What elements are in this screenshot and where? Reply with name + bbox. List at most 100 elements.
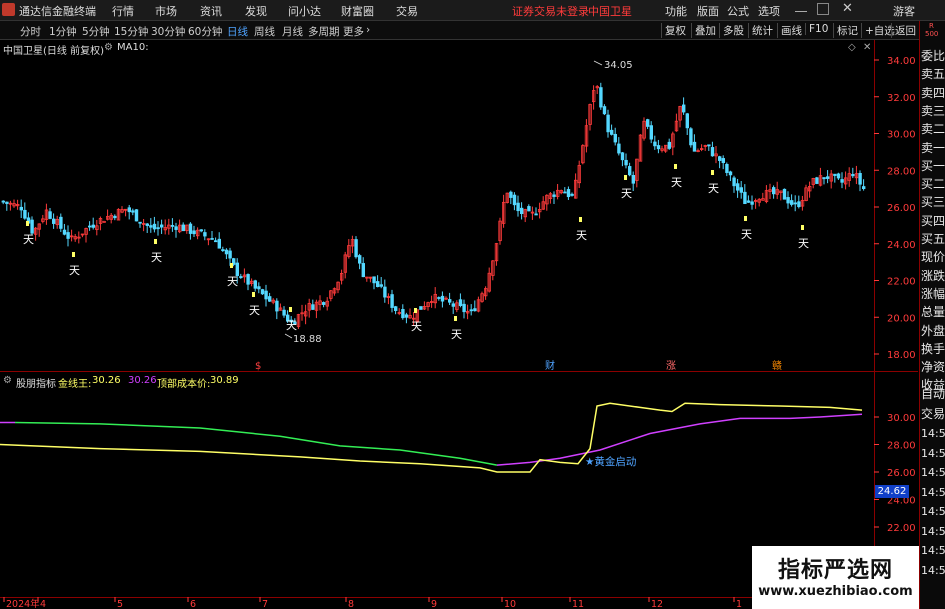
high-pointer [593, 60, 603, 66]
period-tick[interactable]: 分时 [20, 24, 41, 39]
candle-down [257, 286, 261, 290]
event-marker: $ [255, 361, 261, 372]
candle-down [739, 187, 743, 193]
candle-down [203, 232, 207, 237]
indicator-tick-label: 30.00 [887, 413, 916, 424]
btn-overlay[interactable]: 叠加 [691, 23, 719, 38]
minimize-icon[interactable] [795, 3, 807, 12]
btn-mark[interactable]: 标记 [833, 23, 861, 38]
quote-item: 现价 [921, 250, 945, 265]
menu-function[interactable]: 功能 [665, 3, 687, 19]
candle-down [210, 238, 214, 240]
menu-xiaoda[interactable]: 问小达 [288, 3, 321, 19]
login-warning[interactable]: 证券交易未登录 [512, 3, 589, 19]
menu-formula[interactable]: 公式 [727, 3, 749, 19]
btn-stats[interactable]: 统计 [748, 23, 776, 38]
event-marker: 涨 [666, 360, 676, 372]
btn-restore-rights[interactable]: 复权 [661, 23, 689, 38]
period-multi[interactable]: 多周期 [308, 24, 340, 39]
menu-trade[interactable]: 交易 [396, 3, 418, 19]
period-weekly[interactable]: 周线 [254, 24, 275, 39]
tian-signal: 天 [798, 237, 809, 250]
candlestick-series [1, 82, 866, 329]
quote-item: 卖五 [921, 67, 945, 82]
auto-trade-item[interactable]: 自动 [921, 385, 945, 404]
candle-down [404, 314, 409, 318]
menu-options[interactable]: 选项 [758, 3, 780, 19]
btn-back[interactable]: 返回 [891, 23, 919, 38]
date-axis: 2024年 4 5 6 7 8 9 10 11 12 1 [3, 597, 742, 609]
menu-wealth[interactable]: 财富圈 [341, 3, 374, 19]
candle-down [602, 106, 607, 115]
menu-layout[interactable]: 版面 [697, 3, 719, 19]
chevron-right-icon[interactable]: › [366, 24, 370, 36]
candle-down [19, 206, 23, 211]
btn-draw[interactable]: 画线 [777, 23, 805, 38]
time-item: 14:56 [921, 427, 945, 440]
candle-down [610, 129, 614, 135]
quote-item: 买四 [921, 213, 945, 228]
candle-down [620, 152, 625, 161]
candle-down [743, 191, 747, 205]
date-tick-label: 5 [117, 599, 123, 609]
candle-down [833, 173, 837, 176]
time-item: 14:56 [921, 466, 945, 479]
quote-item: 外盘 [921, 323, 945, 338]
menu-quotes[interactable]: 行情 [112, 3, 134, 19]
period-60min[interactable]: 60分钟 [188, 24, 222, 39]
low-pointer [284, 333, 293, 339]
candle-down [235, 262, 239, 276]
period-30min[interactable]: 30分钟 [151, 24, 185, 39]
tian-signal: 天 [576, 229, 587, 242]
diamond-icon[interactable]: ◇ [848, 42, 856, 53]
tian-marker [230, 263, 233, 268]
watermark-url: www.xuezhibiao.com [758, 584, 913, 599]
quote-item: 卖四 [921, 85, 945, 100]
tian-marker [26, 221, 29, 226]
btn-multi-stock[interactable]: 多股 [719, 23, 747, 38]
tian-marker [711, 170, 714, 175]
menu-market[interactable]: 市场 [155, 3, 177, 19]
menu-news[interactable]: 资讯 [200, 3, 222, 19]
period-15min[interactable]: 15分钟 [114, 24, 148, 39]
price-chart[interactable]: 34.00 32.00 30.00 28.00 26.00 24.00 22.00 20.00… [0, 40, 918, 609]
period-5min[interactable]: 5分钟 [82, 24, 110, 39]
auto-trade-item[interactable]: 交易 [921, 405, 945, 424]
tian-marker [454, 316, 457, 321]
candle-down [361, 263, 365, 278]
quote-item: 涨跌 [921, 268, 945, 283]
high-price-label: 34.05 [604, 60, 633, 71]
period-monthly[interactable]: 月线 [282, 24, 303, 39]
candle-down [826, 176, 830, 179]
stock-name-top: 中国卫星 [588, 5, 632, 18]
period-1min[interactable]: 1分钟 [49, 24, 77, 39]
period-more[interactable]: 更多 [343, 24, 364, 39]
btn-f10[interactable]: F10 [805, 23, 831, 35]
candle-down [62, 229, 67, 235]
settings-gear-icon[interactable]: ⚙ [104, 42, 113, 53]
candle-down [512, 194, 517, 206]
time-item: 14:56 [921, 446, 945, 460]
candle-down [372, 276, 376, 284]
maximize-icon[interactable] [817, 3, 829, 15]
candle-down [469, 309, 473, 312]
candle-down [264, 290, 268, 300]
candle-down [509, 191, 513, 198]
candle-down [66, 232, 70, 239]
time-item: 14:56 [921, 563, 945, 577]
candle-down [192, 230, 196, 235]
menu-discover[interactable]: 发现 [245, 3, 267, 19]
quote-item: 买五 [921, 232, 945, 246]
close-pane-icon[interactable]: ✕ [863, 42, 871, 53]
period-daily[interactable]: 日线 [227, 24, 248, 39]
candle-down [253, 280, 257, 289]
candle-down [710, 147, 715, 157]
tian-marker [154, 239, 157, 244]
top-cost-value: 30.89 [210, 375, 239, 386]
candle-down [311, 304, 315, 310]
sub-settings-gear-icon[interactable]: ⚙ [3, 375, 12, 386]
close-icon[interactable]: ✕ [842, 1, 853, 16]
candle-down [649, 125, 653, 140]
guest-user[interactable]: 游客 [893, 3, 915, 19]
candle-down [822, 177, 826, 180]
